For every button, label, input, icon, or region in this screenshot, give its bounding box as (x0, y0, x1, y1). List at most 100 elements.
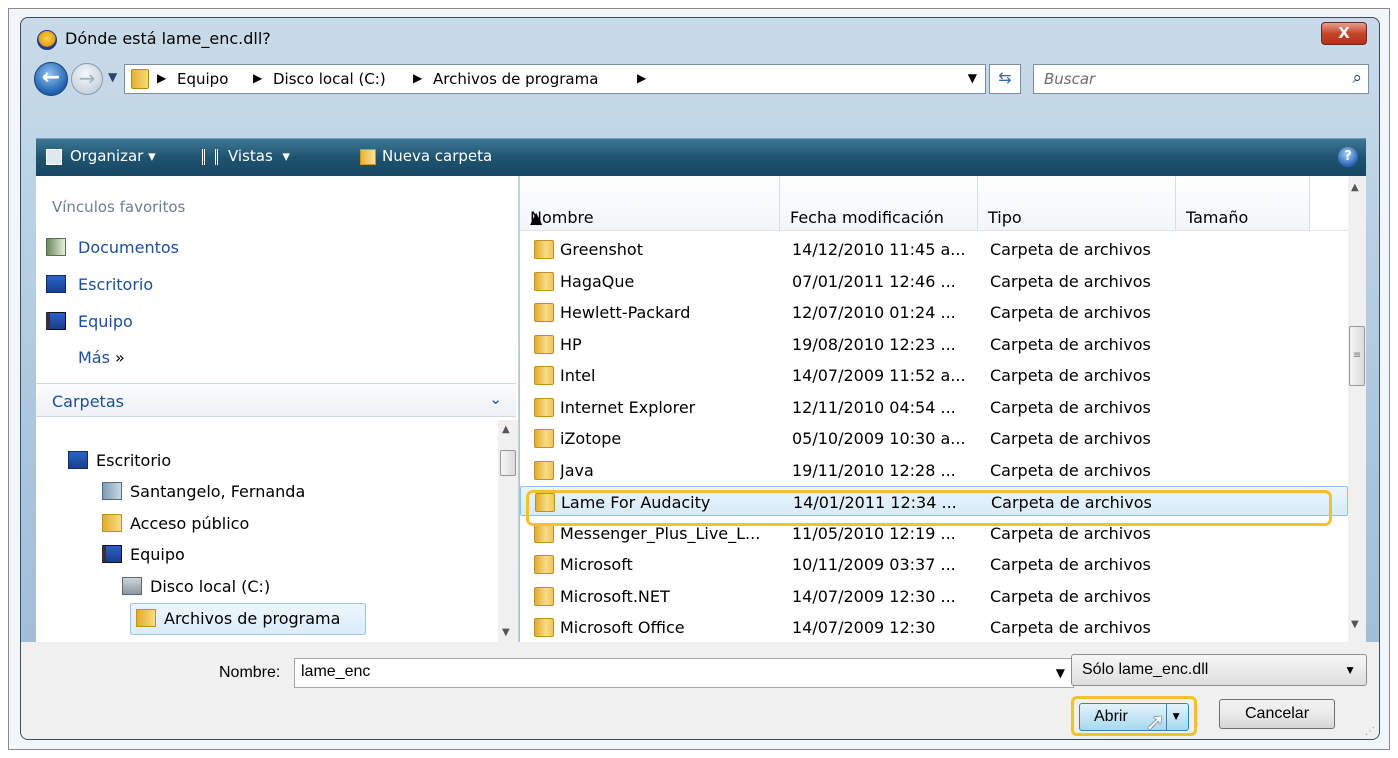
file-date-cell: 19/08/2010 12:23 ... (792, 334, 956, 354)
breadcrumb-arrow-icon[interactable]: ▶ (637, 71, 646, 85)
forward-arrow-icon: → (78, 66, 96, 90)
file-type-cell: Carpeta de archivos (990, 366, 1151, 385)
file-name-cell: Microsoft Office (560, 618, 685, 637)
favorite-escritorio[interactable]: Escritorio (46, 275, 153, 294)
tree-item-label: Acceso público (130, 514, 250, 533)
table-row[interactable]: Microsoft Office 14/07/2009 12:30 Carpeta … (520, 612, 1348, 642)
file-date-cell: 05/10/2009 10:30 a... (792, 429, 966, 448)
header-divider (520, 230, 1348, 231)
folder-icon (534, 271, 554, 291)
file-name-input[interactable] (301, 663, 1031, 681)
chevron-down-icon[interactable]: ⌄ (489, 390, 502, 408)
table-row[interactable]: HP 19/08/2010 12:23 ... Carpeta de archivo… (520, 329, 1348, 359)
file-list-scrollbar[interactable]: ▲ ≡ ▼ (1348, 176, 1366, 642)
search-box[interactable]: Buscar ⌕ (1033, 64, 1369, 94)
table-row[interactable]: HagaQue 07/01/2011 12:46 ... Carpeta de ar… (520, 266, 1348, 296)
table-row[interactable]: Internet Explorer 12/11/2010 04:54 ... Car… (520, 392, 1348, 422)
table-row[interactable]: Microsoft 10/11/2009 03:37 ... Carpeta de … (520, 549, 1348, 579)
breadcrumb-item[interactable]: Equipo (177, 70, 228, 88)
history-dropdown-icon[interactable]: ▼ (108, 70, 117, 84)
favorite-documentos[interactable]: Documentos (46, 238, 179, 257)
tree-item-santangelo[interactable]: Santangelo, Fernanda (102, 482, 305, 501)
more-label: Más (78, 348, 110, 367)
forward-button[interactable]: → (71, 63, 103, 95)
address-dropdown-icon[interactable]: ▼ (968, 71, 977, 85)
favorites-header: Vínculos favoritos (52, 198, 186, 216)
file-name-cell: Microsoft (560, 555, 633, 574)
chevron-down-icon[interactable]: ▼ (1056, 666, 1065, 680)
refresh-button[interactable]: ⇆ (989, 64, 1021, 94)
file-name-cell: Greenshot (560, 240, 643, 259)
table-row[interactable]: Greenshot 14/12/2010 11:45 a... Carpeta de… (520, 234, 1348, 264)
scroll-up-icon[interactable]: ▲ (502, 424, 510, 435)
scroll-thumb[interactable]: ≡ (1349, 326, 1365, 386)
breadcrumb-item[interactable]: Disco local (C:) (273, 70, 386, 88)
file-name-field[interactable]: ▼ (294, 658, 1074, 688)
scroll-thumb[interactable] (500, 450, 516, 476)
folders-header[interactable]: Carpetas ⌄ (36, 383, 516, 417)
file-type-filter-value: Sólo lame_enc.dll (1082, 661, 1209, 678)
views-label: Vistas (228, 147, 273, 165)
views-menu[interactable]: Vistas ▾ (228, 147, 290, 165)
table-row[interactable]: Microsoft.NET 14/07/2009 12:30 ... Carpeta… (520, 581, 1348, 611)
favorite-label: Equipo (78, 312, 133, 331)
tree-item-archivos-de-programa[interactable]: Archivos de programa (136, 609, 340, 628)
back-button[interactable]: ← (34, 62, 68, 96)
column-header-type[interactable]: Tipo (978, 176, 1176, 230)
file-date-cell: 14/07/2009 11:52 a... (792, 366, 966, 385)
favorite-equipo[interactable]: Equipo (46, 312, 133, 331)
table-row[interactable]: Hewlett-Packard 12/07/2010 01:24 ... Carpe… (520, 297, 1348, 327)
organize-icon (46, 149, 62, 165)
file-date-cell: 14/12/2010 11:45 a... (792, 240, 966, 259)
resize-grip-icon[interactable]: ⋰ (1365, 726, 1375, 737)
favorites-more-link[interactable]: Más » (78, 348, 125, 367)
scroll-up-icon[interactable]: ▲ (1351, 182, 1359, 193)
open-button[interactable]: Abrir ▼ (1079, 703, 1189, 731)
search-placeholder[interactable]: Buscar (1044, 70, 1095, 88)
scroll-down-icon[interactable]: ▼ (1351, 619, 1359, 630)
folder-icon (534, 334, 554, 354)
file-name-cell: Messenger_Plus_Live_L... (560, 523, 761, 543)
column-header-name[interactable]: Nombre ▲ (520, 176, 780, 230)
file-date-cell: 10/11/2009 03:37 ... (792, 555, 956, 574)
tree-item-equipo[interactable]: Equipo (102, 545, 185, 564)
tree-item-label: Archivos de programa (164, 609, 341, 628)
drive-icon (122, 577, 142, 595)
breadcrumb-arrow-icon[interactable]: ▶ (253, 71, 262, 85)
breadcrumb-arrow-icon[interactable]: ▶ (157, 71, 166, 85)
tree-item-disco-local[interactable]: Disco local (C:) (122, 577, 270, 596)
navigation-pane: Vínculos favoritos Documentos Escritorio… (36, 176, 519, 642)
new-folder-icon (360, 149, 376, 165)
file-type-filter[interactable]: Sólo lame_enc.dll ▼ (1071, 654, 1367, 686)
file-type-cell: Carpeta de archivos (990, 523, 1151, 543)
close-button[interactable]: X (1321, 22, 1367, 45)
address-bar[interactable]: ▶ Equipo ▶ Disco local (C:) ▶ Archivos d… (124, 64, 986, 94)
breadcrumb-item[interactable]: Archivos de programa (433, 70, 598, 88)
open-options-dropdown-icon[interactable]: ▼ (1170, 709, 1182, 723)
folders-scrollbar[interactable]: ▲ ▼ (498, 420, 518, 642)
file-date-cell: 14/07/2009 12:30 (792, 618, 936, 637)
organize-menu[interactable]: Organizar ▾ (70, 147, 156, 165)
folder-icon (534, 366, 554, 385)
file-open-dialog: Dónde está lame_enc.dll? X ← → ▼ ▶ Equip… (20, 17, 1380, 740)
new-folder-button[interactable]: Nueva carpeta (382, 147, 492, 165)
breadcrumb-arrow-icon[interactable]: ▶ (413, 71, 422, 85)
tree-item-acceso-publico[interactable]: Acceso público (102, 514, 249, 533)
scroll-down-icon[interactable]: ▼ (502, 627, 510, 638)
table-row[interactable]: Intel 14/07/2009 11:52 a... Carpeta de arc… (520, 360, 1348, 390)
file-type-cell: Carpeta de archivos (990, 429, 1151, 448)
table-row[interactable]: iZotope 05/10/2009 10:30 a... Carpeta de a… (520, 423, 1348, 453)
desktop-icon (68, 451, 88, 469)
folder-icon (534, 397, 554, 417)
help-icon[interactable]: ? (1338, 147, 1358, 167)
column-header-date[interactable]: Fecha modificación (780, 176, 978, 230)
chevron-down-icon: ▼ (1344, 663, 1356, 677)
column-header-size[interactable]: Tamaño (1176, 176, 1310, 230)
folder-icon (131, 69, 149, 89)
tree-item-escritorio[interactable]: Escritorio (68, 451, 171, 470)
table-row[interactable]: Java 19/11/2010 12:28 ... Carpeta de archi… (520, 455, 1348, 485)
file-name-cell: Microsoft.NET (560, 586, 670, 606)
file-date-cell: 12/11/2010 04:54 ... (792, 397, 956, 417)
cancel-button[interactable]: Cancelar (1219, 699, 1335, 729)
search-icon[interactable]: ⌕ (1352, 68, 1362, 88)
